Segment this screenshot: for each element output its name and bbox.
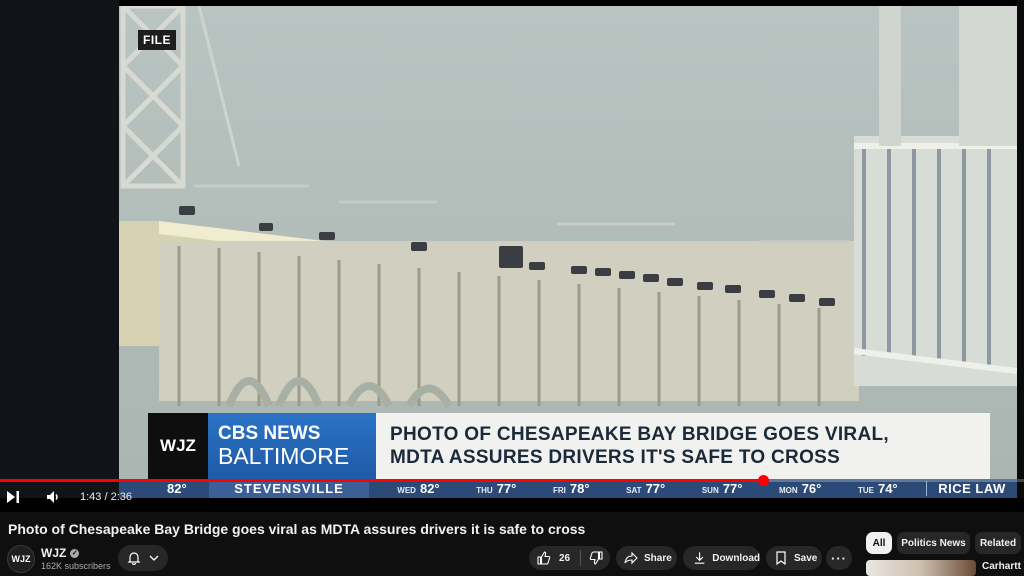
file-footage-tag: FILE (138, 30, 176, 50)
like-count: 26 (559, 552, 571, 564)
download-label: Download (712, 552, 760, 564)
dislike-button[interactable] (581, 551, 611, 565)
network-logo: CBS NEWS BALTIMORE (208, 413, 376, 479)
save-label: Save (794, 552, 818, 564)
recommended-thumbnail[interactable] (866, 560, 976, 576)
more-actions-button[interactable]: ··· (826, 546, 852, 570)
video-letterbox-right (1017, 0, 1024, 498)
network-city: BALTIMORE (218, 442, 350, 469)
headline: PHOTO OF CHESAPEAKE BAY BRIDGE GOES VIRA… (376, 413, 990, 479)
download-icon (694, 552, 705, 564)
chevron-down-icon (149, 555, 159, 561)
volume-icon (47, 491, 58, 503)
channel-name-row[interactable]: WJZ ✓ (41, 546, 80, 560)
like-button[interactable]: 26 (529, 550, 582, 566)
progress-bar[interactable] (0, 475, 1024, 486)
video-letterbox-left (0, 0, 119, 498)
thumbs-down-icon (589, 551, 603, 565)
headline-line-1: PHOTO OF CHESAPEAKE BAY BRIDGE GOES VIRA… (390, 424, 889, 445)
progress-fill (0, 479, 763, 482)
thumbs-up-icon (537, 551, 551, 565)
recommended-title[interactable]: Carhartt S (982, 561, 1024, 572)
video-title: Photo of Chesapeake Bay Bridge goes vira… (8, 521, 586, 537)
scrubber-handle[interactable] (758, 475, 769, 486)
subscriber-count: 162K subscribers (41, 561, 111, 571)
bookmark-icon (776, 551, 786, 565)
news-lower-third: WJZ CBS NEWS BALTIMORE PHOTO OF CHESAPEA… (148, 413, 990, 479)
next-icon (7, 491, 19, 503)
share-button[interactable]: Share (616, 546, 677, 570)
bell-icon (127, 552, 141, 565)
channel-avatar[interactable]: WJZ (7, 545, 35, 573)
share-label: Share (644, 552, 672, 564)
share-icon (624, 551, 638, 565)
network-name: CBS NEWS (218, 422, 321, 444)
headline-line-2: MDTA ASSURES DRIVERS IT'S SAFE TO CROSS (390, 447, 841, 468)
save-button[interactable]: Save (766, 546, 822, 570)
station-logo: WJZ (148, 413, 208, 479)
download-button[interactable]: Download (683, 546, 760, 570)
next-button[interactable] (2, 486, 24, 508)
notifications-button[interactable] (118, 545, 168, 571)
verified-icon: ✓ (70, 548, 80, 558)
chip-politics-news[interactable]: Politics News (897, 532, 970, 554)
time-display: 1:43 / 2:36 (80, 491, 132, 503)
video-player[interactable]: FILE WJZ CBS NEWS BALTIMORE PHOTO OF CHE… (0, 0, 1024, 512)
chip-all[interactable]: All (866, 532, 892, 554)
chip-related[interactable]: Related (975, 532, 1021, 554)
channel-name[interactable]: WJZ (41, 546, 66, 560)
like-dislike-group: 26 (529, 546, 610, 570)
player-controls: 1:43 / 2:36 (0, 486, 1024, 508)
mute-button[interactable] (42, 486, 64, 508)
